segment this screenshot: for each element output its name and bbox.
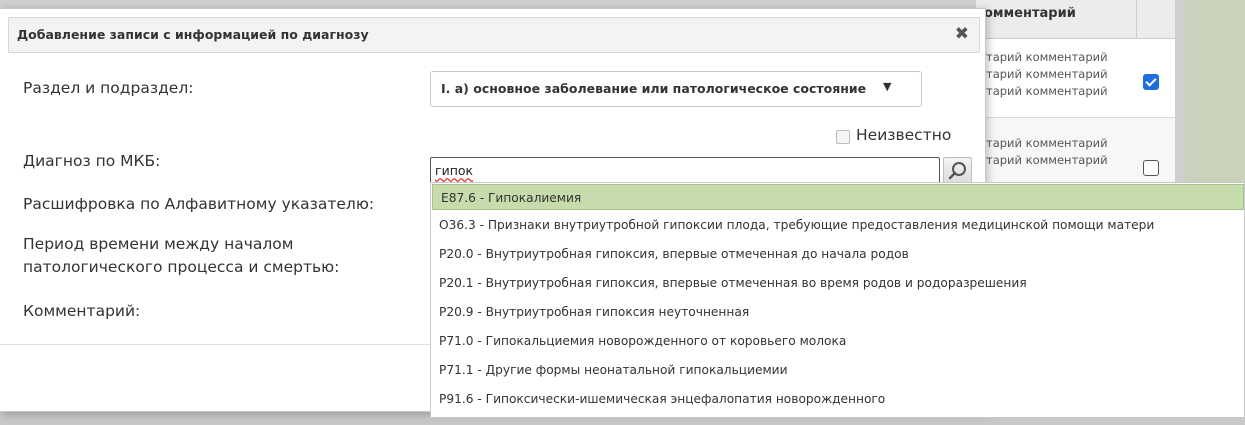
unknown-checkbox-label: Неизвестно	[856, 126, 952, 144]
row-checkbox-checked[interactable]	[1143, 74, 1159, 90]
period-label-line2: патологического процесса и смертью:	[23, 258, 340, 276]
search-button[interactable]	[943, 157, 972, 184]
background-column-header: омментарий	[984, 6, 1076, 21]
background-comments-table: омментарий тарий комментарий тарий комме…	[975, 0, 1176, 190]
search-icon	[948, 162, 966, 180]
mkb-autocomplete-dropdown: E87.6 - Гипокалиемия O36.3 - Признаки вн…	[430, 182, 1245, 418]
background-table-row: тарий комментарий тарий комментарий тари…	[976, 39, 1176, 118]
background-table-row: тарий комментарий тарий комментарий	[976, 118, 1176, 190]
alphabetical-index-label: Расшифровка по Алфавитному указателю:	[23, 195, 375, 213]
chevron-down-icon: ▼	[883, 80, 892, 93]
section-label: Раздел и подраздел:	[23, 79, 194, 97]
mkb-search-input-value: гипок	[435, 163, 474, 178]
background-comment-text: тарий комментарий	[986, 153, 1108, 167]
dropdown-item[interactable]: P20.9 - Внутриутробная гипоксия неуточне…	[431, 299, 1244, 325]
dropdown-item-selected[interactable]: E87.6 - Гипокалиемия	[432, 184, 1244, 210]
dropdown-item[interactable]: P20.0 - Внутриутробная гипоксия, впервые…	[431, 241, 1244, 267]
mkb-diagnosis-label: Диагноз по МКБ:	[23, 152, 161, 170]
row-checkbox[interactable]	[1143, 160, 1159, 176]
dropdown-item[interactable]: P91.6 - Гипоксически-ишемическая энцефал…	[431, 386, 1244, 412]
section-select[interactable]: I. а) основное заболевание или патологич…	[430, 71, 922, 107]
period-label-line1: Период времени между началом	[23, 235, 294, 253]
comment-label: Комментарий:	[23, 302, 141, 320]
dropdown-item[interactable]: P71.1 - Другие формы неонатальной гипока…	[431, 357, 1244, 383]
dropdown-item[interactable]: O36.3 - Признаки внутриутробной гипоксии…	[431, 212, 1244, 238]
dialog-titlebar: Добавление записи с информацией по диагн…	[8, 17, 980, 53]
dropdown-item[interactable]: P71.0 - Гипокальциемия новорожденного от…	[431, 328, 1244, 354]
background-comment-text: тарий комментарий	[986, 67, 1108, 81]
background-comment-text: тарий комментарий	[986, 136, 1108, 150]
mkb-search-input[interactable]	[430, 157, 940, 184]
background-table-header: омментарий	[976, 0, 1176, 39]
close-icon[interactable]: ✖	[955, 24, 969, 44]
dropdown-item[interactable]: P20.1 - Внутриутробная гипоксия, впервые…	[431, 270, 1244, 296]
background-comment-text: тарий комментарий	[986, 84, 1108, 98]
unknown-checkbox[interactable]	[836, 130, 850, 144]
background-side-panel-inner	[1185, 0, 1245, 190]
background-comment-text: тарий комментарий	[986, 50, 1108, 64]
header-divider	[1136, 0, 1137, 38]
section-select-value: I. а) основное заболевание или патологич…	[441, 81, 867, 96]
dialog-title: Добавление записи с информацией по диагн…	[17, 27, 369, 42]
